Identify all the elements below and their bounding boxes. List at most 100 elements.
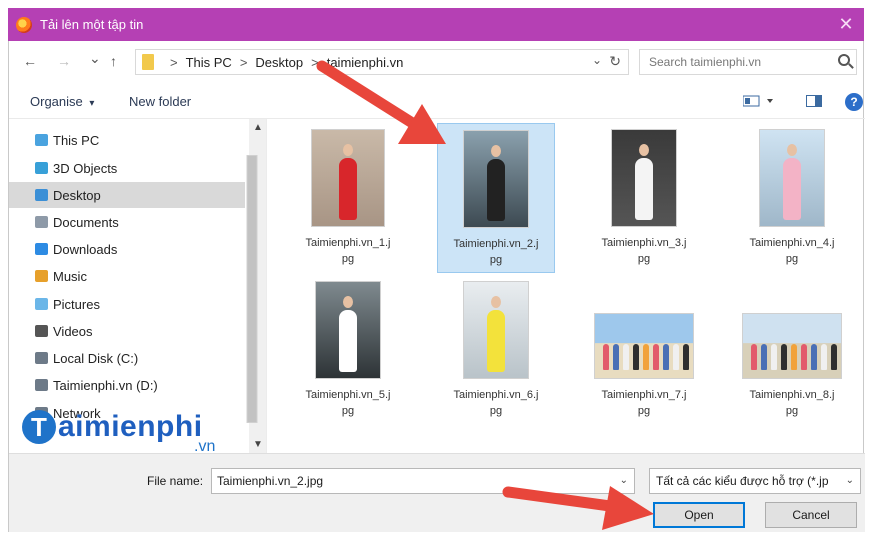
person-figure: [603, 344, 609, 370]
sidebar-item-documents[interactable]: Documents: [27, 209, 247, 235]
pictures-icon: [35, 298, 48, 310]
breadcrumb-desktop[interactable]: Desktop: [255, 55, 303, 70]
image-thumbnail: [611, 129, 677, 227]
person-figure: [653, 344, 659, 370]
search-box[interactable]: Search taimienphi.vn: [639, 49, 857, 75]
image-thumbnail: [759, 129, 825, 227]
sidebar-item-label: Downloads: [53, 241, 118, 257]
file-tile[interactable]: Taimienphi.vn_7.j pg: [585, 275, 703, 425]
video-icon: [35, 325, 48, 337]
file-name-continued: pg: [637, 253, 651, 265]
file-tile[interactable]: Taimienphi.vn_5.j pg: [289, 275, 407, 425]
search-input[interactable]: Search taimienphi.vn: [649, 55, 761, 69]
person-head: [343, 296, 353, 308]
file-name-continued: pg: [489, 405, 503, 417]
refresh-icon[interactable]: ↻: [609, 53, 621, 70]
sidebar-item-3d-objects[interactable]: 3D Objects: [27, 155, 247, 181]
breadcrumb-this-pc[interactable]: This PC: [186, 55, 232, 70]
person-figure: [783, 158, 801, 220]
forward-arrow-icon[interactable]: →: [57, 53, 71, 69]
scroll-down-icon[interactable]: ▼: [253, 439, 263, 450]
view-options-icon[interactable]: [742, 95, 773, 110]
file-type-value[interactable]: Tất cả các kiểu được hỗ trợ (*.jp: [656, 474, 829, 488]
sidebar-item-downloads[interactable]: Downloads: [27, 236, 247, 262]
person-figure: [613, 344, 619, 370]
sidebar-item-label: Desktop: [53, 187, 101, 203]
breadcrumb-taimienphi[interactable]: taimienphi.vn: [327, 55, 404, 70]
cancel-button[interactable]: Cancel: [765, 502, 857, 528]
recent-locations-chevron-icon[interactable]: ⌄: [89, 50, 101, 67]
sidebar-item-taimienphi-vn-d[interactable]: Taimienphi.vn (D:): [27, 372, 247, 398]
person-figure: [673, 344, 679, 370]
navigation-scrollbar[interactable]: ▲ ▼: [246, 119, 266, 453]
person-figure: [633, 344, 639, 370]
file-name: Taimienphi.vn_5.j: [305, 389, 391, 401]
file-name-continued: pg: [785, 253, 799, 265]
music-icon: [35, 270, 48, 282]
person-figure: [487, 310, 505, 372]
title-bar: Tải lên một tập tin ✕: [8, 8, 864, 41]
file-tile[interactable]: Taimienphi.vn_4.j pg: [733, 123, 851, 273]
person-figure: [339, 310, 357, 372]
sidebar-item-local-disk-c[interactable]: Local Disk (C:): [27, 345, 247, 371]
close-button[interactable]: ✕: [834, 12, 858, 36]
file-name: Taimienphi.vn_1.j: [305, 237, 391, 249]
logo-word: aimienphi: [58, 410, 203, 443]
file-tile[interactable]: Taimienphi.vn_1.j pg: [289, 123, 407, 273]
file-dialog: ← → ⌄ ↑ > This PC > Desktop > taimienphi…: [8, 41, 865, 532]
open-button[interactable]: Open: [653, 502, 745, 528]
scroll-up-icon[interactable]: ▲: [253, 122, 263, 133]
person-figure: [683, 344, 689, 370]
file-tile[interactable]: Taimienphi.vn_3.j pg: [585, 123, 703, 273]
sidebar-item-label: 3D Objects: [53, 160, 118, 176]
file-list: Taimienphi.vn_1.j pg Taimienphi.vn_2.j pg Ta…: [277, 119, 865, 453]
file-name-label: File name:: [147, 474, 204, 488]
person-figure: [831, 344, 837, 370]
person-figure: [751, 344, 757, 370]
navigation-bar: ← → ⌄ ↑ > This PC > Desktop > taimienphi…: [9, 41, 865, 83]
sidebar-item-label: This PC: [53, 132, 100, 148]
person-figure: [339, 158, 357, 220]
sidebar-item-pictures[interactable]: Pictures: [27, 291, 247, 317]
person-figure: [771, 344, 777, 370]
chevron-down-icon[interactable]: ⌄: [842, 475, 854, 486]
search-icon[interactable]: [838, 54, 850, 66]
file-name-value[interactable]: Taimienphi.vn_2.jpg: [217, 474, 323, 488]
address-dropdown-chevron-icon[interactable]: ⌄: [592, 53, 602, 67]
sidebar-item-videos[interactable]: Videos: [27, 318, 247, 344]
breadcrumb-separator: >: [311, 54, 319, 70]
help-icon[interactable]: ?: [845, 93, 863, 111]
image-thumbnail: [311, 129, 385, 227]
file-tile[interactable]: Taimienphi.vn_8.jpg: [733, 275, 851, 425]
person-head: [491, 296, 501, 308]
sidebar-item-music[interactable]: Music: [27, 263, 247, 289]
firefox-icon: [16, 16, 32, 33]
sidebar-item-this-pc[interactable]: This PC: [27, 127, 247, 153]
scroll-thumb[interactable]: [246, 155, 258, 423]
new-folder-button[interactable]: New folder: [129, 94, 191, 109]
file-type-select[interactable]: Tất cả các kiểu được hỗ trợ (*.jp ⌄: [649, 468, 861, 494]
preview-pane-icon[interactable]: [806, 95, 822, 110]
address-bar[interactable]: > This PC > Desktop > taimienphi.vn ⌄ ↻: [135, 49, 629, 75]
up-arrow-icon[interactable]: ↑: [110, 53, 117, 69]
person-figure: [801, 344, 807, 370]
sidebar-item-label: Music: [53, 268, 87, 284]
desktop-icon: [35, 189, 48, 201]
computer-icon: [35, 134, 48, 146]
organise-button[interactable]: Organise ▾: [30, 94, 94, 109]
window-title: Tải lên một tập tin: [40, 17, 144, 32]
file-tile[interactable]: Taimienphi.vn_6.j pg: [437, 275, 555, 425]
person-figure: [643, 344, 649, 370]
file-name-field[interactable]: Taimienphi.vn_2.jpg ⌄: [211, 468, 635, 494]
file-name: Taimienphi.vn_8.j: [749, 389, 835, 401]
download-icon: [35, 243, 48, 255]
person-figure: [487, 159, 505, 221]
back-arrow-icon[interactable]: ←: [23, 53, 37, 69]
file-name-continued: pg: [785, 405, 799, 417]
person-figure: [623, 344, 629, 370]
document-icon: [35, 216, 48, 228]
person-figure: [761, 344, 767, 370]
sidebar-item-desktop[interactable]: Desktop: [9, 182, 245, 208]
chevron-down-icon[interactable]: ⌄: [620, 475, 628, 486]
file-tile[interactable]: Taimienphi.vn_2.j pg: [437, 123, 555, 273]
